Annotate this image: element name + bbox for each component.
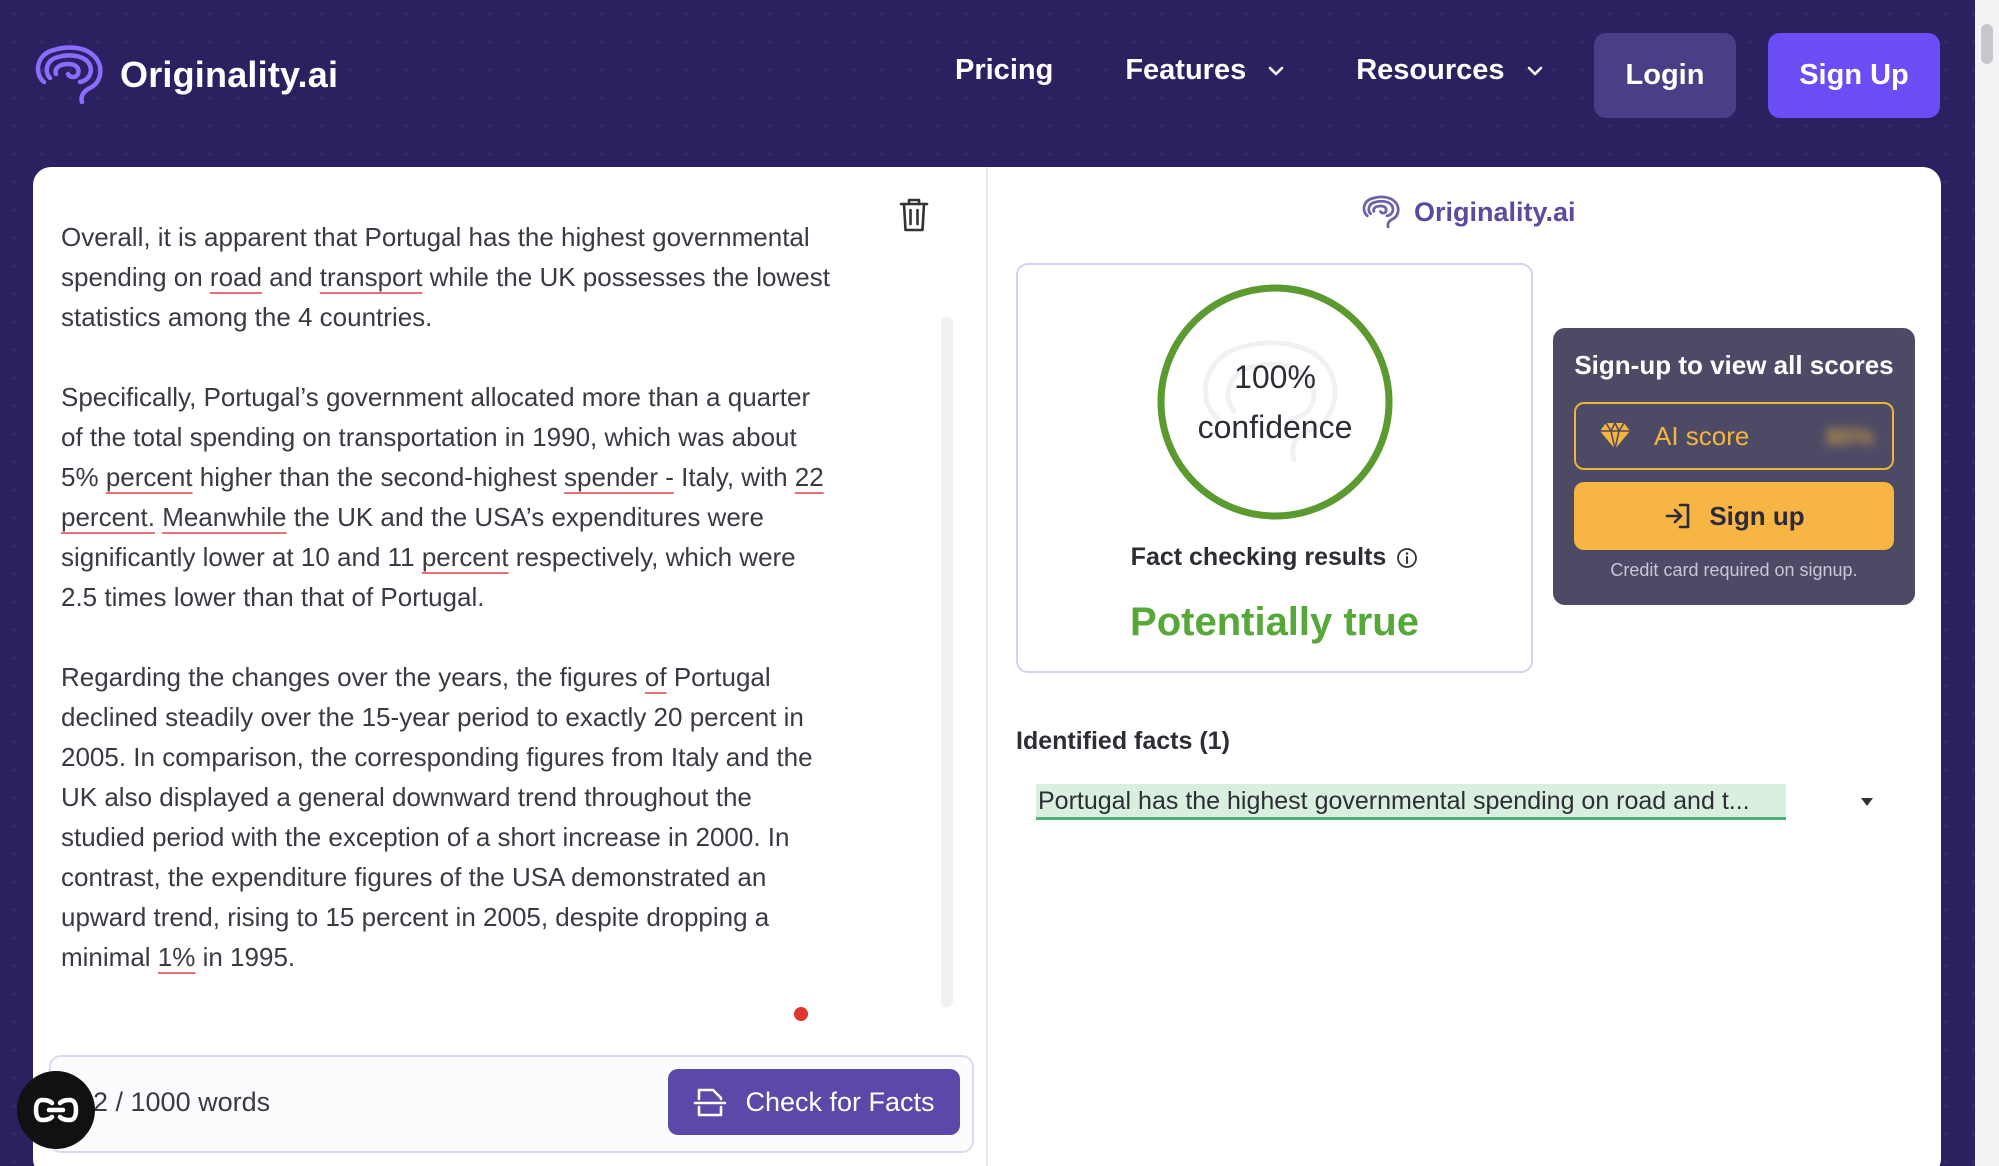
results-pane: Originality.ai 100% confidence Fact chec… <box>990 167 1941 1166</box>
word-count: 2 / 1000 words <box>93 1087 271 1117</box>
nav-resources[interactable]: Resources <box>1356 54 1542 87</box>
identified-fact-item[interactable]: Portugal has the highest governmental sp… <box>1036 784 1786 820</box>
cookie-consent-icon <box>33 1097 79 1123</box>
nav-pricing[interactable]: Pricing <box>955 54 1053 87</box>
sign-in-icon <box>1666 503 1690 529</box>
trash-icon[interactable] <box>898 197 930 233</box>
results-brand: Originality.ai <box>1360 195 1576 229</box>
editor-scrollbar[interactable] <box>941 317 953 1007</box>
diamond-icon <box>1600 421 1630 450</box>
caret-down-icon[interactable] <box>1860 797 1874 807</box>
brain-logo-icon <box>35 45 103 105</box>
page-scrollbar[interactable] <box>1975 0 1999 1166</box>
brand-logo[interactable]: Originality.ai <box>32 44 338 106</box>
panel-signup-button[interactable]: Sign up <box>1574 482 1894 550</box>
nav-features[interactable]: Features <box>1125 54 1284 87</box>
fact-checking-heading: Fact checking results <box>1018 543 1531 572</box>
signup-panel: Sign-up to view all scores AI score 80% … <box>1553 328 1915 605</box>
editor-text[interactable]: Overall, it is apparent that Portugal ha… <box>61 217 831 977</box>
brand-name: Originality.ai <box>120 54 339 95</box>
flagged-word[interactable]: of <box>645 662 667 692</box>
flagged-word[interactable]: Meanwhile <box>162 502 286 532</box>
check-for-facts-button[interactable]: Check for Facts <box>668 1069 960 1135</box>
editor-paragraph: Specifically, Portugal’s government allo… <box>61 382 824 612</box>
ai-score-box[interactable]: AI score 80% <box>1574 402 1894 470</box>
fact-checker-card: Overall, it is apparent that Portugal ha… <box>33 167 1941 1166</box>
nav-features-label: Features <box>1125 54 1247 86</box>
fact-checking-label: Fact checking results <box>1130 543 1387 571</box>
flagged-word[interactable]: 1% <box>158 942 196 972</box>
editor-footer: 2 / 1000 words Check for Facts <box>49 1055 974 1153</box>
verdict-text: Potentially true <box>1130 600 1419 644</box>
confidence-value: 100% <box>1234 359 1316 395</box>
chevron-down-icon <box>1268 66 1284 75</box>
check-for-facts-label: Check for Facts <box>745 1086 935 1117</box>
page-scrollbar-thumb[interactable] <box>1981 24 1993 64</box>
confidence-text: 100% confidence <box>1156 283 1394 521</box>
scan-document-icon <box>694 1088 727 1117</box>
flagged-word[interactable]: road <box>210 262 262 292</box>
flagged-word[interactable]: percent <box>106 462 193 492</box>
confidence-label: confidence <box>1197 409 1353 445</box>
flagged-word[interactable]: transport <box>320 262 423 292</box>
credit-card-note: Credit card required on signup. <box>1610 560 1858 580</box>
editor-paragraph: Regarding the changes over the years, th… <box>61 662 813 972</box>
cookie-consent-button[interactable] <box>17 1071 95 1149</box>
panel-signup-label: Sign up <box>1709 500 1805 531</box>
flagged-word[interactable]: percent <box>422 542 509 572</box>
nav-links: Pricing Features Resources <box>955 54 1543 87</box>
brain-logo-icon <box>1362 195 1400 229</box>
top-navbar: Originality.ai Pricing Features Resource… <box>0 0 1975 150</box>
nav-pricing-label: Pricing <box>955 54 1054 86</box>
chevron-down-icon <box>1527 66 1542 75</box>
ai-score-label: AI score <box>1654 420 1750 451</box>
fact-result-box: 100% confidence Fact checking results Po… <box>1016 263 1533 673</box>
signup-button[interactable]: Sign Up <box>1768 33 1940 118</box>
login-button[interactable]: Login <box>1594 33 1736 118</box>
editor-paragraph: Overall, it is apparent that Portugal ha… <box>61 222 830 332</box>
flagged-word[interactable]: spender - <box>564 462 674 492</box>
signup-panel-title: Sign-up to view all scores <box>1574 350 1894 380</box>
identified-facts-title: Identified facts (1) <box>1016 727 1230 755</box>
ai-score-blurred-value: 80% <box>1825 424 1874 451</box>
editor-pane: Overall, it is apparent that Portugal ha… <box>33 167 988 1166</box>
info-icon[interactable] <box>1396 547 1418 569</box>
status-dot <box>794 1007 808 1021</box>
results-brand-name: Originality.ai <box>1414 196 1576 227</box>
nav-resources-label: Resources <box>1356 54 1505 86</box>
